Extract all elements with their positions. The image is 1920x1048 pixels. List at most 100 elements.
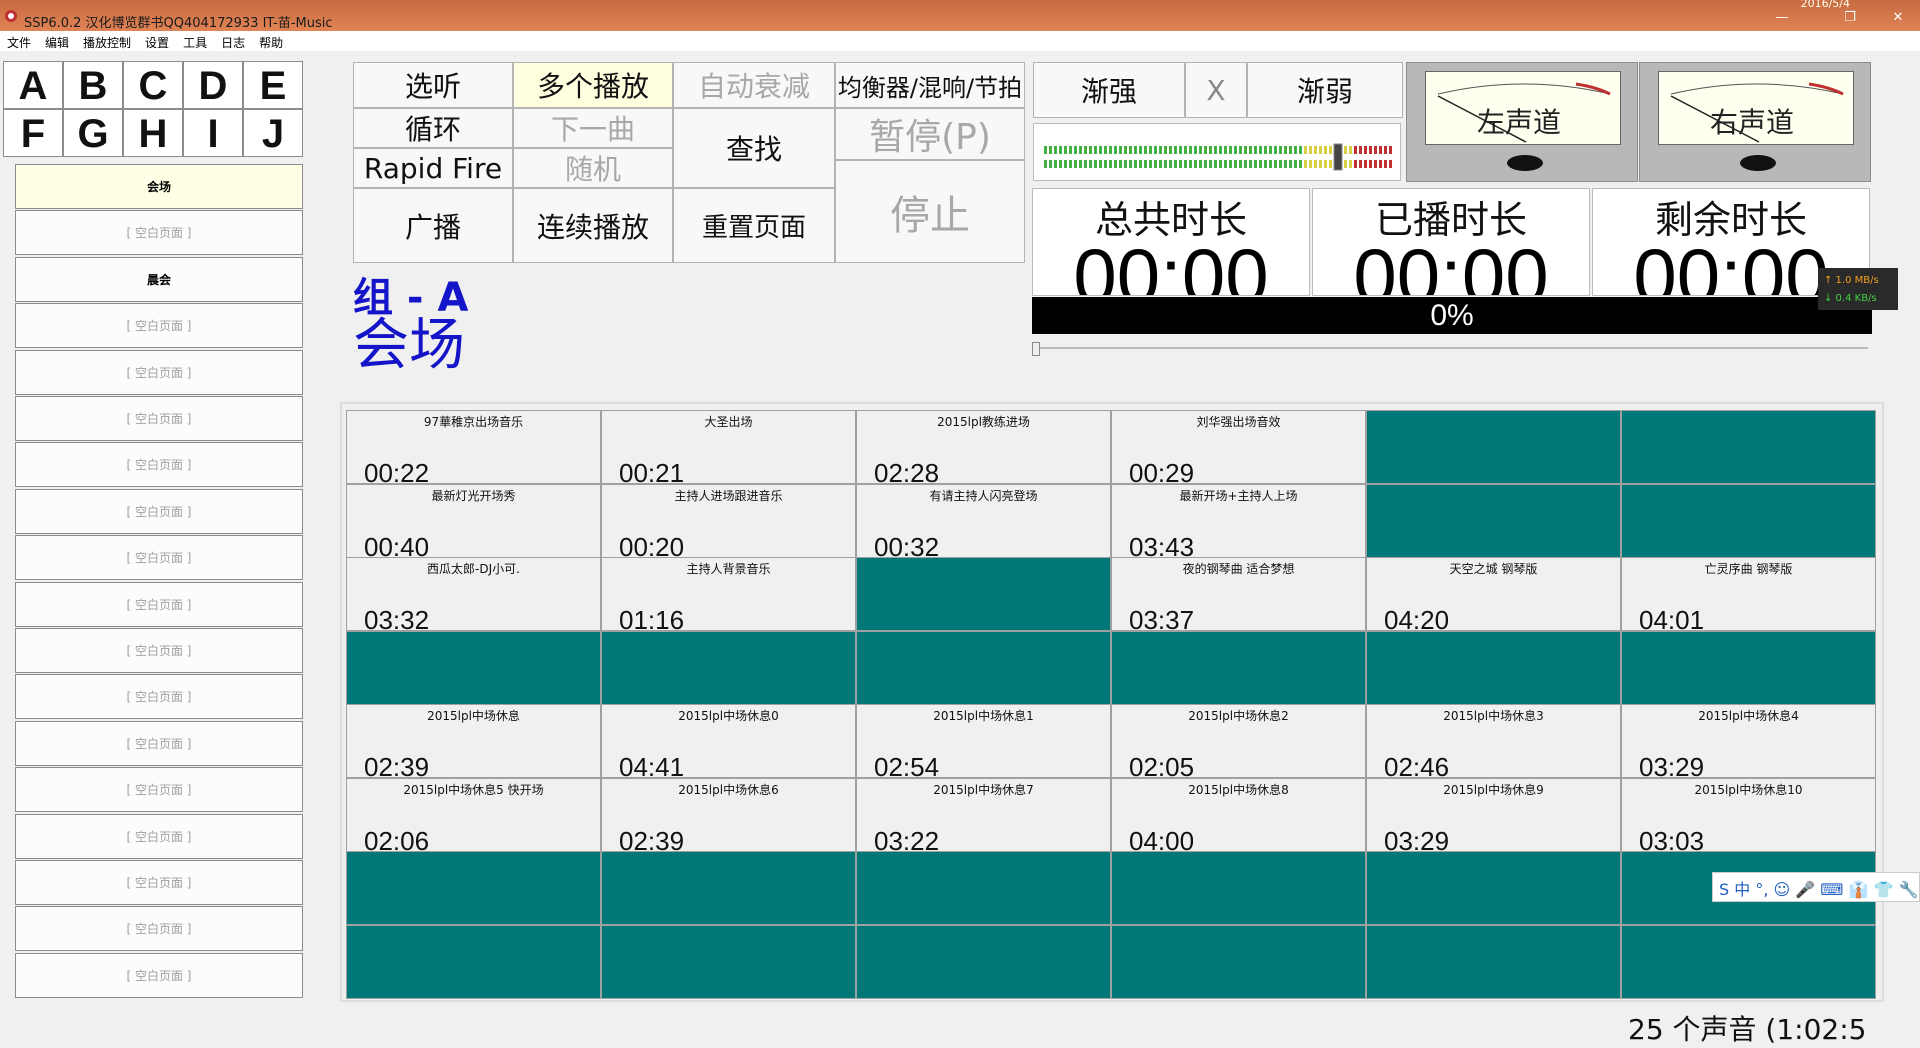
- page-item[interactable]: [ 空白页面 ]: [15, 582, 303, 627]
- group-button-a[interactable]: A: [3, 61, 63, 109]
- page-item[interactable]: [ 空白页面 ]: [15, 210, 303, 255]
- empty-cell[interactable]: [856, 557, 1111, 631]
- menu-playback[interactable]: 播放控制: [76, 31, 138, 51]
- next-track-button[interactable]: 下一曲: [513, 108, 673, 148]
- find-button[interactable]: 查找: [673, 108, 835, 188]
- page-item[interactable]: [ 空白页面 ]: [15, 814, 303, 859]
- rapid-fire-button[interactable]: Rapid Fire: [353, 148, 513, 188]
- group-button-f[interactable]: F: [3, 109, 63, 157]
- stop-button[interactable]: 停止: [835, 160, 1025, 263]
- fade-in-button[interactable]: 渐强: [1033, 62, 1185, 118]
- page-item[interactable]: [ 空白页面 ]: [15, 860, 303, 905]
- empty-cell[interactable]: [1366, 925, 1621, 999]
- group-button-d[interactable]: D: [183, 61, 243, 109]
- empty-cell[interactable]: [601, 925, 856, 999]
- empty-cell[interactable]: [856, 925, 1111, 999]
- sound-cell[interactable]: 2015lpl中场休息403:29: [1621, 704, 1876, 778]
- page-item[interactable]: 会场: [15, 164, 303, 209]
- broadcast-button[interactable]: 广播: [353, 188, 513, 263]
- page-item[interactable]: [ 空白页面 ]: [15, 489, 303, 534]
- group-button-e[interactable]: E: [243, 61, 303, 109]
- sound-cell[interactable]: 主持人进场跟进音乐00:20: [601, 484, 856, 558]
- empty-cell[interactable]: [1111, 851, 1366, 925]
- page-item[interactable]: [ 空白页面 ]: [15, 396, 303, 441]
- reset-page-button[interactable]: 重置页面: [673, 188, 835, 263]
- pause-button[interactable]: 暂停(P): [835, 108, 1025, 160]
- multi-play-button[interactable]: 多个播放: [513, 62, 673, 108]
- minimize-button[interactable]: —: [1762, 8, 1802, 28]
- menu-file[interactable]: 文件: [0, 31, 38, 51]
- seek-thumb[interactable]: [1032, 342, 1040, 356]
- sound-cell[interactable]: 2015lpl中场休息102:54: [856, 704, 1111, 778]
- page-item[interactable]: [ 空白页面 ]: [15, 906, 303, 951]
- page-item[interactable]: [ 空白页面 ]: [15, 721, 303, 766]
- group-button-j[interactable]: J: [243, 109, 303, 157]
- menu-tools[interactable]: 工具: [176, 31, 214, 51]
- sound-cell[interactable]: 2015lpl中场休息804:00: [1111, 778, 1366, 852]
- sound-cell[interactable]: 西瓜太郎-DJ小可.03:32: [346, 557, 601, 631]
- seek-slider[interactable]: [1032, 342, 1868, 356]
- page-item[interactable]: [ 空白页面 ]: [15, 628, 303, 673]
- group-button-h[interactable]: H: [123, 109, 183, 157]
- group-button-b[interactable]: B: [63, 61, 123, 109]
- fade-cancel-button[interactable]: X: [1185, 62, 1247, 118]
- sound-cell[interactable]: 97華稚京出场音乐00:22: [346, 410, 601, 484]
- sound-cell[interactable]: 2015lpl中场休息202:05: [1111, 704, 1366, 778]
- empty-cell[interactable]: [1111, 925, 1366, 999]
- close-button[interactable]: ✕: [1878, 8, 1918, 28]
- empty-cell[interactable]: [1366, 851, 1621, 925]
- menu-settings[interactable]: 设置: [138, 31, 176, 51]
- empty-cell[interactable]: [601, 631, 856, 705]
- sound-cell[interactable]: 亡灵序曲 钢琴版04:01: [1621, 557, 1876, 631]
- continuous-play-button[interactable]: 连续播放: [513, 188, 673, 263]
- sound-cell[interactable]: 2015lpl中场休息5 快开场02:06: [346, 778, 601, 852]
- empty-cell[interactable]: [1111, 631, 1366, 705]
- preview-button[interactable]: 选听: [353, 62, 513, 108]
- page-item[interactable]: 晨会: [15, 257, 303, 302]
- eq-reverb-button[interactable]: 均衡器/混响/节拍: [835, 62, 1025, 108]
- sound-cell[interactable]: 2015lpl中场休息703:22: [856, 778, 1111, 852]
- empty-cell[interactable]: [346, 631, 601, 705]
- sound-cell[interactable]: 大圣出场00:21: [601, 410, 856, 484]
- empty-cell[interactable]: [1366, 484, 1621, 558]
- sound-cell[interactable]: 2015lpl中场休息004:41: [601, 704, 856, 778]
- auto-fade-button[interactable]: 自动衰减: [673, 62, 835, 108]
- sound-cell[interactable]: 2015lpl中场休息02:39: [346, 704, 601, 778]
- empty-cell[interactable]: [346, 925, 601, 999]
- group-button-g[interactable]: G: [63, 109, 123, 157]
- random-button[interactable]: 随机: [513, 148, 673, 188]
- page-item[interactable]: [ 空白页面 ]: [15, 535, 303, 580]
- fade-out-button[interactable]: 渐弱: [1247, 62, 1403, 118]
- page-item[interactable]: [ 空白页面 ]: [15, 442, 303, 487]
- page-item[interactable]: [ 空白页面 ]: [15, 303, 303, 348]
- group-button-c[interactable]: C: [123, 61, 183, 109]
- page-item[interactable]: [ 空白页面 ]: [15, 350, 303, 395]
- page-item[interactable]: [ 空白页面 ]: [15, 674, 303, 719]
- menu-help[interactable]: 帮助: [252, 31, 290, 51]
- loop-button[interactable]: 循环: [353, 108, 513, 148]
- menu-log[interactable]: 日志: [214, 31, 252, 51]
- sound-cell[interactable]: 2015lpl中场休息1003:03: [1621, 778, 1876, 852]
- empty-cell[interactable]: [1621, 925, 1876, 999]
- sound-cell[interactable]: 主持人背景音乐01:16: [601, 557, 856, 631]
- empty-cell[interactable]: [1621, 631, 1876, 705]
- menu-edit[interactable]: 编辑: [38, 31, 76, 51]
- sound-cell[interactable]: 最新开场+主持人上场03:43: [1111, 484, 1366, 558]
- empty-cell[interactable]: [856, 631, 1111, 705]
- sound-cell[interactable]: 2015lpl中场休息302:46: [1366, 704, 1621, 778]
- empty-cell[interactable]: [601, 851, 856, 925]
- sound-cell[interactable]: 有请主持人闪亮登场00:32: [856, 484, 1111, 558]
- empty-cell[interactable]: [1366, 410, 1621, 484]
- sound-cell[interactable]: 夜的钢琴曲 适合梦想03:37: [1111, 557, 1366, 631]
- restore-button[interactable]: ❐: [1830, 8, 1870, 28]
- group-button-i[interactable]: I: [183, 109, 243, 157]
- empty-cell[interactable]: [346, 851, 601, 925]
- sound-cell[interactable]: 刘华强出场音效00:29: [1111, 410, 1366, 484]
- ime-toolbar[interactable]: S 中 °, ☺ 🎤 ⌨ 👔 👕 🔧: [1712, 872, 1920, 902]
- sound-cell[interactable]: 天空之城 钢琴版04:20: [1366, 557, 1621, 631]
- sound-cell[interactable]: 2015lpl教练进场02:28: [856, 410, 1111, 484]
- sound-cell[interactable]: 2015lpl中场休息903:29: [1366, 778, 1621, 852]
- sound-cell[interactable]: 2015lpl中场休息602:39: [601, 778, 856, 852]
- sound-cell[interactable]: 最新灯光开场秀00:40: [346, 484, 601, 558]
- empty-cell[interactable]: [1621, 484, 1876, 558]
